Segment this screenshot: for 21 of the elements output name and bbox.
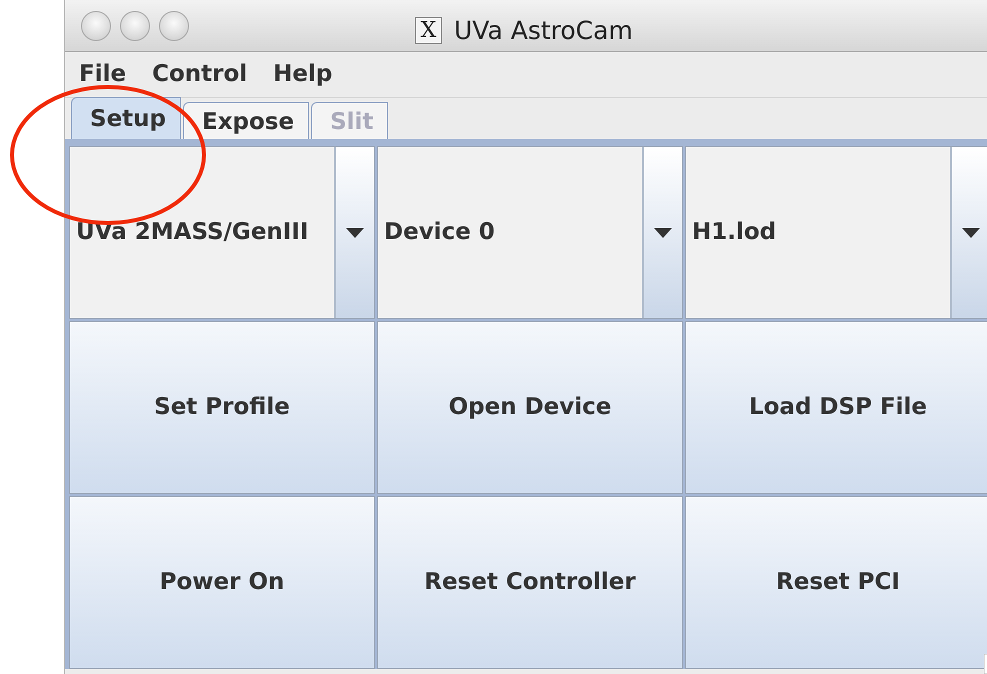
push-button[interactable]: Reset Controller <box>377 496 683 669</box>
menu-item[interactable]: Help <box>273 57 332 92</box>
app-icon: X <box>415 17 442 44</box>
push-button[interactable]: Open Device <box>377 321 683 494</box>
push-button[interactable]: Reset PCI <box>685 496 987 669</box>
caret-icon <box>654 228 672 238</box>
push-button[interactable]: Load DSP File <box>685 321 987 494</box>
caret-icon <box>962 228 980 238</box>
caret-icon <box>346 228 364 238</box>
minimize-button[interactable] <box>120 10 150 40</box>
menu-item[interactable]: Control <box>152 57 248 92</box>
push-button[interactable]: Set Profile <box>69 321 375 494</box>
push-button[interactable]: Power On <box>69 496 375 669</box>
zoom-button[interactable] <box>159 10 189 40</box>
tab[interactable]: Setup <box>71 97 181 139</box>
close-button[interactable] <box>81 10 111 40</box>
tab[interactable]: Expose <box>183 102 310 139</box>
menu-item[interactable]: File <box>79 57 126 92</box>
dropdown[interactable]: H1.lod <box>685 146 987 319</box>
dropdown[interactable]: Device 0 <box>377 146 683 319</box>
window-title: UVa AstroCam <box>454 15 633 47</box>
